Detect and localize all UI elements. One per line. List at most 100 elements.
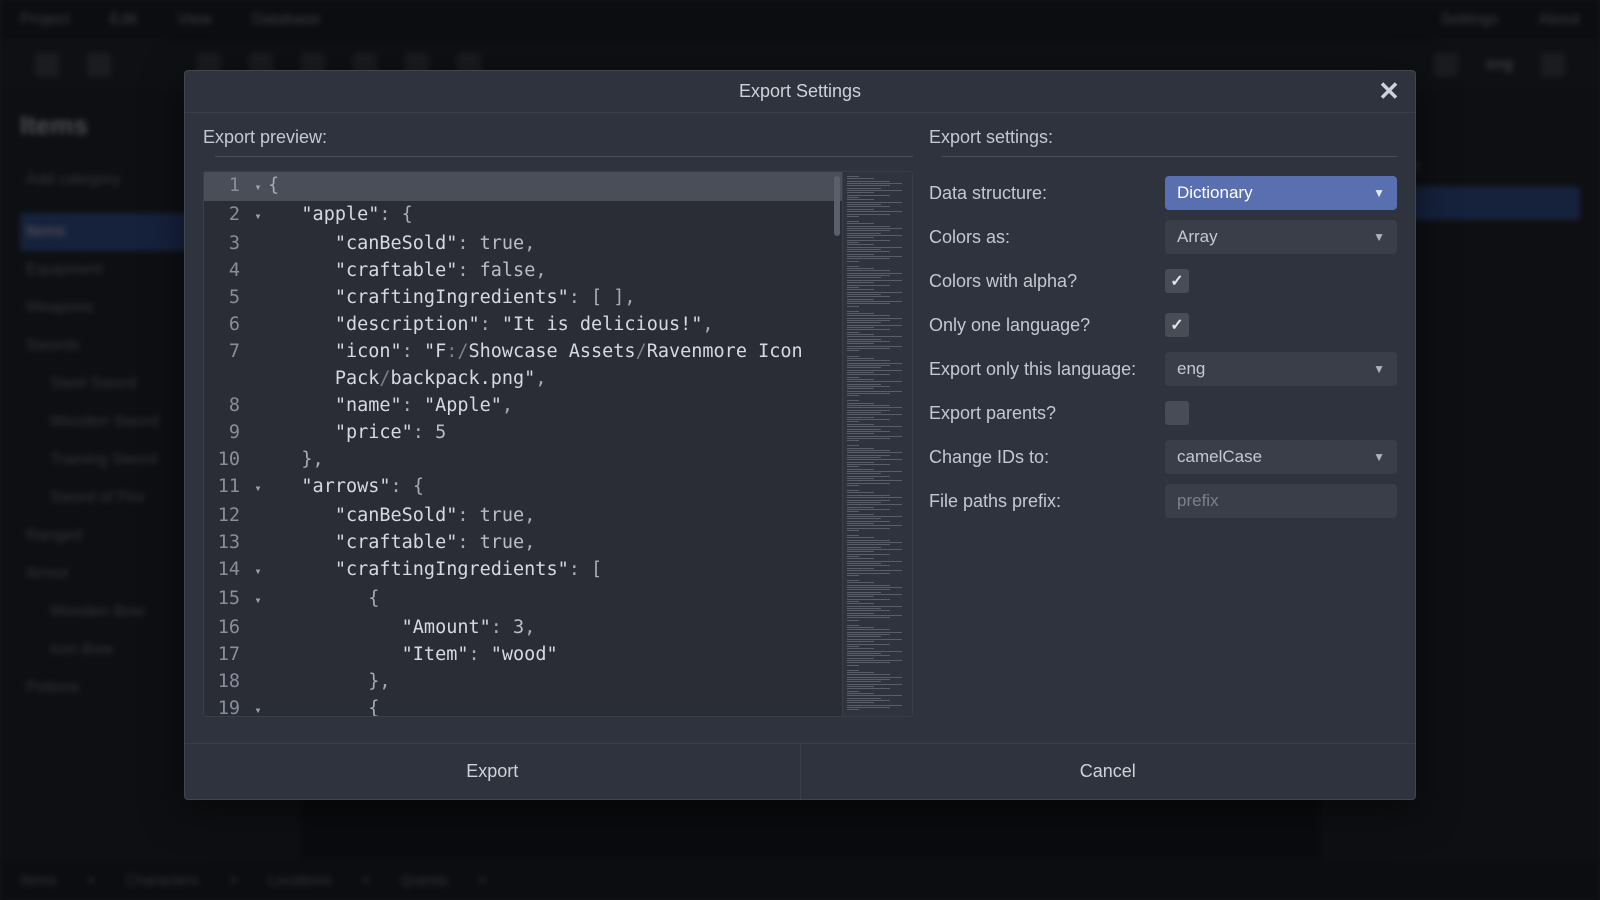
line-number: 18 <box>204 668 248 695</box>
code-line[interactable]: 4 "craftable": false, <box>204 257 842 284</box>
export-button[interactable]: Export <box>185 744 800 799</box>
code-line[interactable]: 15▾ { <box>204 585 842 614</box>
fold-toggle-icon[interactable]: ▾ <box>248 172 268 201</box>
line-number: 4 <box>204 257 248 284</box>
select-value: Array <box>1177 227 1218 247</box>
file-paths-prefix-input[interactable] <box>1165 484 1397 518</box>
code-content: }, <box>268 668 391 695</box>
colors-with-alpha-checkbox[interactable]: ✓ <box>1165 269 1189 293</box>
code-line[interactable]: 11▾ "arrows": { <box>204 473 842 502</box>
select-value: Dictionary <box>1177 183 1253 203</box>
colors-as-select[interactable]: Array ▼ <box>1165 220 1397 254</box>
only-one-language-label: Only one language? <box>929 315 1165 336</box>
export-preview-panel: Export preview: 1▾{2▾ "apple": {3 "canBe… <box>203 127 913 743</box>
code-line[interactable]: 12 "canBeSold": true, <box>204 502 842 529</box>
code-content: "icon": "F:/Showcase Assets/Ravenmore Ic… <box>268 338 803 365</box>
code-content: "canBeSold": true, <box>268 502 535 529</box>
dialog-footer: Export Cancel <box>185 743 1415 799</box>
code-content: "arrows": { <box>268 473 424 500</box>
code-line[interactable]: 7 "icon": "F:/Showcase Assets/Ravenmore … <box>204 338 842 365</box>
fold-toggle-icon <box>248 338 268 340</box>
code-content: "name": "Apple", <box>268 392 513 419</box>
chevron-down-icon: ▼ <box>1373 362 1385 376</box>
code-line[interactable]: 3 "canBeSold": true, <box>204 230 842 257</box>
code-line[interactable]: 13 "craftable": true, <box>204 529 842 556</box>
close-icon: ✕ <box>1378 76 1400 107</box>
export-settings-dialog: Export Settings ✕ Export preview: 1▾{2▾ … <box>184 70 1416 800</box>
code-content: "craftable": false, <box>268 257 546 284</box>
fold-toggle-icon[interactable]: ▾ <box>248 473 268 502</box>
fold-toggle-icon <box>248 529 268 531</box>
fold-toggle-icon <box>248 284 268 286</box>
fold-toggle-icon <box>248 502 268 504</box>
chevron-down-icon: ▼ <box>1373 230 1385 244</box>
code-content: { <box>268 585 379 612</box>
code-line[interactable]: 10 }, <box>204 446 842 473</box>
code-line[interactable]: 8 "name": "Apple", <box>204 392 842 419</box>
code-line[interactable]: 9 "price": 5 <box>204 419 842 446</box>
code-content: }, <box>268 446 324 473</box>
code-content: "price": 5 <box>268 419 446 446</box>
code-line[interactable]: 17 "Item": "wood" <box>204 641 842 668</box>
code-content: "canBeSold": true, <box>268 230 535 257</box>
code-content: "apple": { <box>268 201 413 228</box>
code-line[interactable]: 16 "Amount": 3, <box>204 614 842 641</box>
code-content: { <box>268 695 379 716</box>
cancel-button[interactable]: Cancel <box>800 744 1416 799</box>
export-language-select[interactable]: eng ▼ <box>1165 352 1397 386</box>
code-line[interactable]: 2▾ "apple": { <box>204 201 842 230</box>
editor-minimap[interactable] <box>842 172 912 716</box>
code-content: "craftingIngredients": [ <box>268 556 602 583</box>
line-number: 2 <box>204 201 248 228</box>
fold-toggle-icon <box>248 230 268 232</box>
code-content: "description": "It is delicious!", <box>268 311 714 338</box>
line-number: 17 <box>204 641 248 668</box>
fold-toggle-icon[interactable]: ▾ <box>248 556 268 585</box>
fold-toggle-icon <box>248 446 268 448</box>
only-one-language-checkbox[interactable]: ✓ <box>1165 313 1189 337</box>
code-content: "craftable": true, <box>268 529 535 556</box>
dialog-title-bar: Export Settings ✕ <box>185 71 1415 113</box>
line-number: 6 <box>204 311 248 338</box>
divider <box>215 156 913 157</box>
fold-toggle-icon[interactable]: ▾ <box>248 585 268 614</box>
code-line[interactable]: 18 }, <box>204 668 842 695</box>
dialog-title: Export Settings <box>739 81 861 102</box>
file-paths-prefix-label: File paths prefix: <box>929 491 1165 512</box>
line-number: 19 <box>204 695 248 716</box>
code-line[interactable]: 6 "description": "It is delicious!", <box>204 311 842 338</box>
line-number: 15 <box>204 585 248 612</box>
export-settings-panel: Export settings: Data structure: Diction… <box>929 127 1397 743</box>
export-preview-editor[interactable]: 1▾{2▾ "apple": {3 "canBeSold": true,4 "c… <box>203 171 913 717</box>
close-button[interactable]: ✕ <box>1375 77 1403 105</box>
fold-toggle-icon[interactable]: ▾ <box>248 201 268 230</box>
code-line[interactable]: 14▾ "craftingIngredients": [ <box>204 556 842 585</box>
line-number: 5 <box>204 284 248 311</box>
code-content: "Item": "wood" <box>268 641 558 668</box>
export-parents-label: Export parents? <box>929 403 1165 424</box>
data-structure-select[interactable]: Dictionary ▼ <box>1165 176 1397 210</box>
fold-toggle-icon <box>248 311 268 313</box>
check-icon: ✓ <box>1170 271 1183 291</box>
code-line[interactable]: 19▾ { <box>204 695 842 716</box>
code-line[interactable]: Pack/backpack.png", <box>204 365 842 392</box>
code-line[interactable]: 1▾{ <box>204 172 842 201</box>
line-number: 14 <box>204 556 248 583</box>
divider <box>941 156 1397 157</box>
code-content: "Amount": 3, <box>268 614 535 641</box>
change-ids-label: Change IDs to: <box>929 447 1165 468</box>
fold-toggle-icon <box>248 668 268 670</box>
select-value: eng <box>1177 359 1205 379</box>
change-ids-select[interactable]: camelCase ▼ <box>1165 440 1397 474</box>
export-settings-label: Export settings: <box>929 127 1397 148</box>
line-number: 7 <box>204 338 248 365</box>
colors-as-label: Colors as: <box>929 227 1165 248</box>
code-line[interactable]: 5 "craftingIngredients": [ ], <box>204 284 842 311</box>
export-parents-checkbox[interactable] <box>1165 401 1189 425</box>
line-number: 8 <box>204 392 248 419</box>
fold-toggle-icon <box>248 614 268 616</box>
fold-toggle-icon[interactable]: ▾ <box>248 695 268 716</box>
scrollbar-thumb[interactable] <box>834 176 840 236</box>
line-number: 1 <box>204 172 248 199</box>
export-preview-label: Export preview: <box>203 127 913 148</box>
